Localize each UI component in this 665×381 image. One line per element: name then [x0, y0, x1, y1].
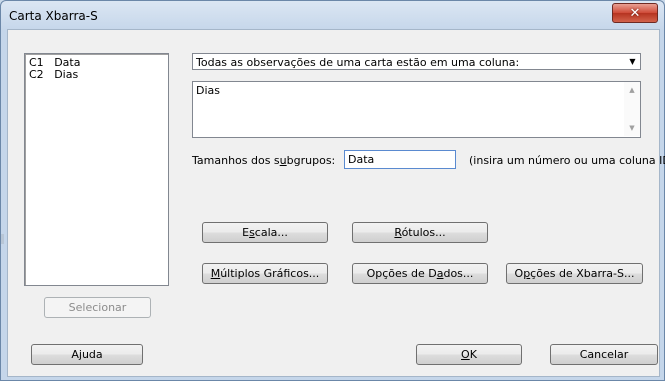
select-button-label: Selecionar: [68, 301, 127, 314]
scale-button[interactable]: Escala...: [202, 222, 328, 243]
multiple-graphs-label: Múltiplos Gráficos...: [210, 267, 320, 280]
xbar-s-options-button[interactable]: Opções de Xbarra-S...: [506, 263, 643, 284]
subgroup-hint: (insira um número ou uma coluna ID): [469, 154, 665, 167]
ok-button-label: OK: [461, 348, 477, 361]
title-bar[interactable]: Carta Xbarra-S ✕: [1, 1, 664, 29]
data-layout-value: Todas as observações de uma carta estão …: [196, 56, 520, 69]
chevron-down-icon[interactable]: ▼: [626, 55, 639, 68]
labels-button[interactable]: Rótulos...: [352, 222, 488, 243]
close-button[interactable]: ✕: [612, 3, 658, 23]
window-edge-grip: [1, 234, 4, 244]
select-button[interactable]: Selecionar: [44, 297, 151, 318]
help-button-label: Ajuda: [71, 348, 103, 361]
subgroup-size-value: Data: [348, 153, 375, 166]
scroll-down-icon[interactable]: ▼: [624, 120, 640, 136]
window-title: Carta Xbarra-S: [9, 9, 98, 23]
dialog-window: Carta Xbarra-S ✕ C1 Data C2 Dias Selecio…: [0, 0, 665, 381]
subgroup-size-label: Tamanhos dos subgrupos:: [192, 154, 336, 167]
textarea-scrollbar[interactable]: ▲ ▼: [624, 82, 640, 136]
scroll-up-icon[interactable]: ▲: [624, 82, 640, 98]
variable-name: Dias: [54, 68, 79, 81]
help-button[interactable]: Ajuda: [31, 344, 143, 365]
variable-item-c2[interactable]: C2 Dias: [29, 68, 78, 81]
subgroup-size-input[interactable]: Data: [344, 150, 456, 169]
close-icon: ✕: [629, 5, 641, 21]
dialog-client-area: C1 Data C2 Dias Selecionar Ajuda Todas a…: [7, 29, 665, 377]
variable-id: C2: [29, 68, 44, 81]
variable-list[interactable]: C1 Data C2 Dias: [24, 53, 169, 286]
multiple-graphs-button[interactable]: Múltiplos Gráficos...: [202, 263, 328, 284]
xbar-s-options-label: Opções de Xbarra-S...: [514, 267, 635, 280]
data-layout-select[interactable]: Todas as observações de uma carta estão …: [192, 53, 641, 70]
data-options-label: Opções de Dados...: [366, 267, 474, 280]
columns-value: Dias: [196, 84, 220, 97]
scale-button-label: Escala...: [242, 226, 288, 239]
columns-textarea[interactable]: Dias ▲ ▼: [192, 81, 641, 138]
cancel-button-label: Cancelar: [579, 348, 629, 361]
ok-button[interactable]: OK: [416, 344, 522, 365]
cancel-button[interactable]: Cancelar: [550, 344, 658, 365]
labels-button-label: Rótulos...: [394, 226, 446, 239]
data-options-button[interactable]: Opções de Dados...: [352, 263, 488, 284]
